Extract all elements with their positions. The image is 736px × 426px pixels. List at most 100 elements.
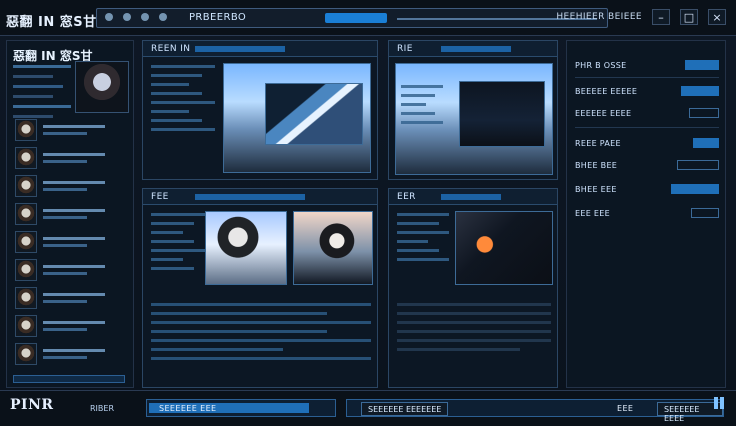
top-bar: 惡翻 IN 窓S甘 PRBEERBO HEEHIEER BEIEEE – □ × xyxy=(0,0,736,36)
pane-row[interactable] xyxy=(151,231,184,234)
action-button[interactable]: SEEEEEE EEEEEEE xyxy=(361,402,449,416)
window-controls: HEEHIEER BEIEEE – □ × xyxy=(556,9,726,25)
profile-avatar[interactable] xyxy=(75,61,129,113)
right-row[interactable]: PHR B OSSE xyxy=(575,57,719,73)
user-lines xyxy=(43,125,117,135)
pane-title: REEN IN xyxy=(151,44,191,54)
right-row[interactable]: EEEEEE EEEE xyxy=(575,105,719,121)
back-icon[interactable] xyxy=(105,13,113,21)
pane-row[interactable] xyxy=(151,92,203,95)
right-row[interactable]: BHEE EEE xyxy=(575,181,719,197)
pane-row[interactable] xyxy=(397,213,449,216)
video-thumbnail[interactable] xyxy=(455,211,553,285)
user-item[interactable] xyxy=(15,175,131,197)
close-icon[interactable]: × xyxy=(708,9,726,25)
pause-icon[interactable] xyxy=(714,397,726,409)
stripe xyxy=(13,85,63,88)
pane-row[interactable] xyxy=(401,103,427,106)
user-item[interactable] xyxy=(15,259,131,281)
user-item[interactable] xyxy=(15,343,131,365)
pane-row[interactable] xyxy=(151,128,215,131)
pane-row[interactable] xyxy=(151,119,203,122)
pane-bottom-mid: EER xyxy=(388,188,558,388)
pane-row[interactable] xyxy=(397,330,551,333)
address-bar[interactable]: PRBEERBO xyxy=(96,8,608,28)
pane-accent xyxy=(441,194,501,200)
pane-row[interactable] xyxy=(151,330,327,333)
pane-row[interactable] xyxy=(401,85,443,88)
address-highlight xyxy=(325,13,387,23)
user-lines xyxy=(43,209,117,219)
video-thumbnail[interactable] xyxy=(293,211,373,285)
right-row[interactable]: BHEE BEE xyxy=(575,157,719,173)
pane-accent xyxy=(195,46,285,52)
pane-row[interactable] xyxy=(151,83,190,86)
divider xyxy=(575,77,719,78)
right-row-label: BEEEEE EEEEE xyxy=(575,86,638,96)
right-row-label: EEEEEE EEEE xyxy=(575,108,632,118)
forward-icon[interactable] xyxy=(123,13,131,21)
pane-row[interactable] xyxy=(151,65,215,68)
user-item[interactable] xyxy=(15,287,131,309)
user-item[interactable] xyxy=(15,203,131,225)
pane-row[interactable] xyxy=(397,339,551,342)
pane-row[interactable] xyxy=(151,303,371,306)
pane-details xyxy=(397,303,551,357)
pane-row[interactable] xyxy=(151,348,283,351)
pane-row[interactable] xyxy=(397,222,439,225)
pane-row[interactable] xyxy=(397,249,439,252)
avatar xyxy=(15,147,37,169)
minimize-icon[interactable]: – xyxy=(652,9,670,25)
refresh-icon[interactable] xyxy=(141,13,149,21)
pane-row[interactable] xyxy=(151,357,371,360)
user-lines xyxy=(43,153,117,163)
pane-row[interactable] xyxy=(397,240,429,243)
pane-row[interactable] xyxy=(397,321,551,324)
pane-row[interactable] xyxy=(151,213,205,216)
pane-row[interactable] xyxy=(397,348,521,351)
home-icon[interactable] xyxy=(159,13,167,21)
pane-row[interactable] xyxy=(151,101,215,104)
maximize-icon[interactable]: □ xyxy=(680,9,698,25)
avatar xyxy=(15,287,37,309)
pane-row[interactable] xyxy=(397,312,551,315)
address-text: PRBEERBO xyxy=(189,12,247,23)
user-item[interactable] xyxy=(15,119,131,141)
pane-row[interactable] xyxy=(151,267,195,270)
video-thumbnail[interactable] xyxy=(205,211,287,285)
pane-list xyxy=(151,65,215,137)
right-row[interactable]: BEEEEE EEEEE xyxy=(575,83,719,99)
pane-row[interactable] xyxy=(401,121,443,124)
pane-row[interactable] xyxy=(151,74,203,77)
right-panel: PHR B OSSE BEEEEE EEEEE EEEEEE EEEE REEE… xyxy=(566,40,726,388)
pane-row[interactable] xyxy=(401,94,435,97)
pane-row[interactable] xyxy=(397,231,449,234)
pane-row[interactable] xyxy=(151,312,327,315)
bottom-logo: PINR xyxy=(10,397,54,413)
user-item[interactable] xyxy=(15,147,131,169)
pane-row[interactable] xyxy=(397,258,449,261)
user-lines xyxy=(43,349,117,359)
pane-row[interactable] xyxy=(151,258,184,261)
pane-row[interactable] xyxy=(151,240,195,243)
pane-row[interactable] xyxy=(151,110,190,113)
pane-row[interactable] xyxy=(397,303,551,306)
app-frame: 惡翻 IN 窓S甘 PRBEERBO HEEHIEER BEIEEE – □ ×… xyxy=(0,0,736,426)
pane-row[interactable] xyxy=(401,112,435,115)
right-row-label: BHEE BEE xyxy=(575,160,618,170)
pane-row[interactable] xyxy=(151,222,195,225)
pane-row[interactable] xyxy=(151,321,371,324)
user-item[interactable] xyxy=(15,231,131,253)
pane-list xyxy=(401,85,443,130)
right-row[interactable]: REEE PAEE xyxy=(575,135,719,151)
progress-control[interactable]: SEEEEEE EEE xyxy=(146,399,336,417)
pane-title: EER xyxy=(397,192,416,202)
user-list xyxy=(15,119,131,371)
stripe xyxy=(13,75,53,78)
right-row[interactable]: EEE EEE xyxy=(575,205,719,221)
pane-row[interactable] xyxy=(151,339,371,342)
pane-row[interactable] xyxy=(151,249,205,252)
right-row-indicator xyxy=(693,138,719,148)
user-item[interactable] xyxy=(15,315,131,337)
stripe xyxy=(13,95,53,98)
